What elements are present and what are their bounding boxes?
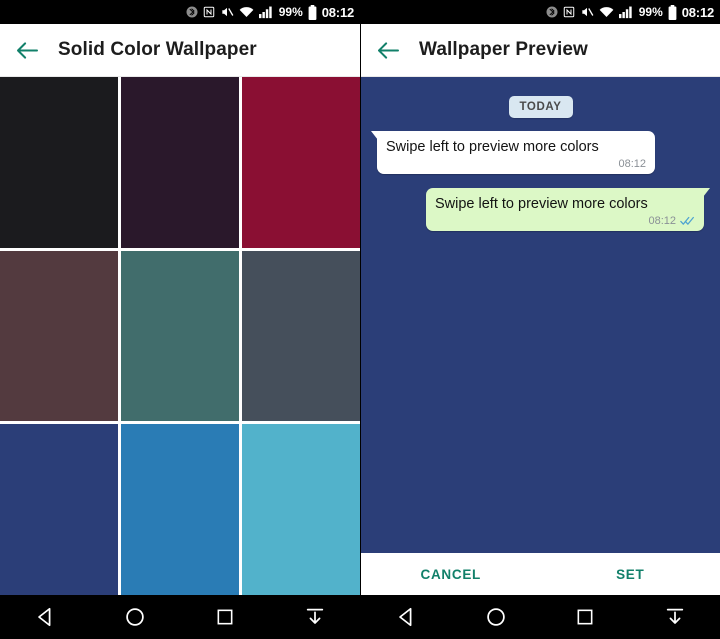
arrow-left-icon[interactable] xyxy=(14,37,40,63)
wifi-icon xyxy=(239,5,254,19)
battery-percent: 99% xyxy=(638,5,663,19)
page-title: Wallpaper Preview xyxy=(419,39,588,60)
message-meta: 08:12 xyxy=(435,215,695,227)
battery-full-icon xyxy=(668,4,677,20)
status-bar: 99% 08:12 xyxy=(0,0,360,24)
wifi-icon xyxy=(599,5,614,19)
battery-full-icon xyxy=(308,4,317,20)
navigation-bar xyxy=(0,595,360,639)
nav-hide-button[interactable] xyxy=(652,600,698,634)
swatch-maroon[interactable] xyxy=(0,250,118,422)
bluetooth-icon xyxy=(546,5,558,19)
nfc-icon xyxy=(203,5,215,19)
nfc-icon xyxy=(563,5,575,19)
navigation-bar xyxy=(361,595,720,639)
swatch-teal[interactable] xyxy=(121,250,239,422)
dual-screenshot-container: 99% 08:12 Solid Color Wallpaper 99% 08:1… xyxy=(0,0,720,639)
app-bar: Wallpaper Preview xyxy=(361,24,720,77)
message-text: Swipe left to preview more colors xyxy=(435,196,648,213)
left-phone-screen: 99% 08:12 Solid Color Wallpaper xyxy=(0,0,360,639)
swatch-slate-gray[interactable] xyxy=(242,250,360,422)
swatch-dark-purple[interactable] xyxy=(121,77,239,248)
message-text: Swipe left to preview more colors xyxy=(386,139,599,155)
outgoing-message-bubble[interactable]: Swipe left to preview more colors 08:12 xyxy=(426,188,710,232)
right-phone-screen: 99% 08:12 Wallpaper Preview TODAY Swipe … xyxy=(360,0,720,639)
swatch-navy-blue[interactable] xyxy=(0,424,118,595)
preview-action-bar: CANCEL SET xyxy=(361,553,720,595)
swatch-crimson[interactable] xyxy=(242,77,360,248)
page-title: Solid Color Wallpaper xyxy=(58,39,257,60)
bluetooth-icon xyxy=(186,5,198,19)
status-bar: 99% 08:12 xyxy=(361,0,720,24)
swatch-light-cyan[interactable] xyxy=(242,424,360,595)
cancel-button[interactable]: CANCEL xyxy=(361,567,541,582)
chat-wallpaper-background: TODAY Swipe left to preview more colors … xyxy=(361,77,720,553)
nav-home-button[interactable] xyxy=(473,600,519,634)
signal-icon xyxy=(258,5,274,19)
day-divider-badge: TODAY xyxy=(508,96,573,118)
wallpaper-preview-area: TODAY Swipe left to preview more colors … xyxy=(361,77,720,595)
nav-home-button[interactable] xyxy=(112,600,158,634)
nav-back-button[interactable] xyxy=(383,600,429,634)
double-check-icon xyxy=(680,216,695,226)
app-bar: Solid Color Wallpaper xyxy=(0,24,360,77)
signal-icon xyxy=(618,5,634,19)
swatch-medium-blue[interactable] xyxy=(121,424,239,595)
status-time: 08:12 xyxy=(321,4,354,20)
message-time: 08:12 xyxy=(648,215,676,228)
swatch-near-black[interactable] xyxy=(0,77,118,248)
nav-recents-button[interactable] xyxy=(202,600,248,634)
arrow-left-icon[interactable] xyxy=(375,37,401,63)
status-time: 08:12 xyxy=(681,4,714,20)
nav-back-button[interactable] xyxy=(22,600,68,634)
incoming-message-bubble[interactable]: Swipe left to preview more colors 08:12 xyxy=(371,131,655,175)
solid-color-swatch-grid xyxy=(0,77,360,595)
message-meta: 08:12 xyxy=(386,158,646,170)
message-time: 08:12 xyxy=(618,158,646,171)
nav-hide-button[interactable] xyxy=(292,600,338,634)
mute-icon xyxy=(580,5,594,19)
bubble-tail-icon xyxy=(371,131,378,140)
set-button[interactable]: SET xyxy=(541,567,720,582)
nav-recents-button[interactable] xyxy=(562,600,608,634)
mute-icon xyxy=(220,5,234,19)
bubble-tail-icon xyxy=(703,188,710,198)
battery-percent: 99% xyxy=(278,5,303,19)
